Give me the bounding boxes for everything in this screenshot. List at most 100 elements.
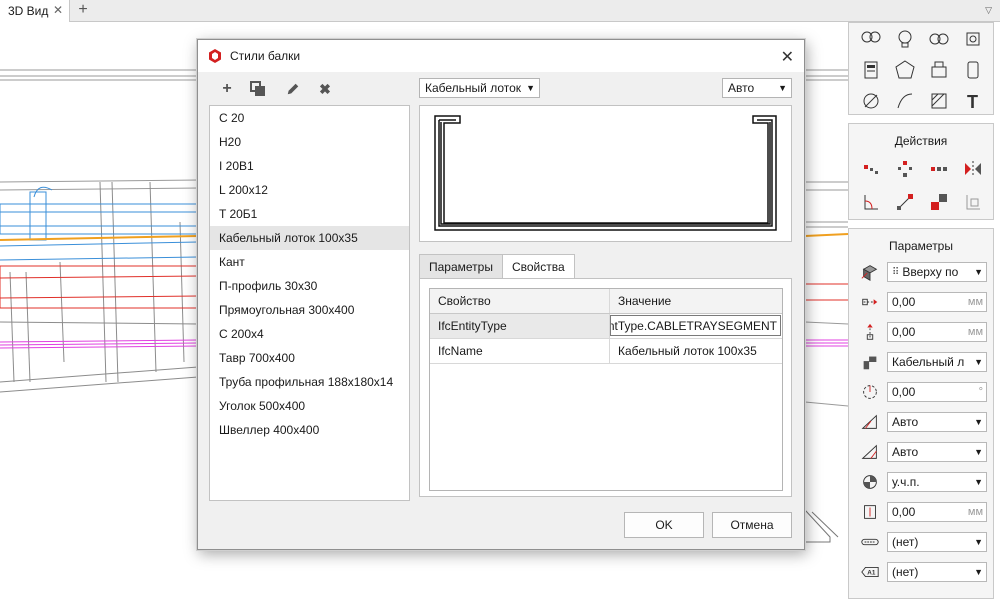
param-row: Авто ▼ bbox=[859, 411, 987, 433]
column-header-property[interactable]: Свойство bbox=[430, 289, 610, 313]
copy-style-button[interactable] bbox=[247, 78, 269, 100]
edit-style-button[interactable] bbox=[282, 78, 304, 100]
list-item[interactable]: L 200x12 bbox=[210, 178, 409, 202]
material-icon[interactable] bbox=[859, 471, 881, 493]
param-input[interactable]: 0,00 мм bbox=[887, 502, 987, 522]
param-select[interactable]: Кабельный л ▼ bbox=[887, 352, 987, 372]
justification-icon[interactable] bbox=[859, 261, 881, 283]
param-select[interactable]: у.ч.п. ▼ bbox=[887, 472, 987, 492]
profile-type-select[interactable]: Кабельный лоток ▼ bbox=[419, 78, 540, 98]
dialog-close-icon[interactable]: ✕ bbox=[781, 47, 794, 67]
property-value-cell[interactable]: Кабельный лоток 100x35 bbox=[610, 339, 782, 363]
table-header-row: Свойство Значение bbox=[430, 289, 782, 314]
tools-panel: T bbox=[848, 22, 994, 115]
curve-tool-icon[interactable] bbox=[889, 85, 921, 116]
size-mode-select[interactable]: Авто ▼ bbox=[722, 78, 792, 98]
param-select[interactable]: Авто ▼ bbox=[887, 412, 987, 432]
size-mode-value: Авто bbox=[728, 81, 755, 95]
param-row: 0,00 мм bbox=[859, 321, 987, 343]
param-unit: мм bbox=[967, 506, 983, 518]
param-input[interactable]: 0,00 ° bbox=[887, 382, 987, 402]
param-select[interactable]: (нет) ▼ bbox=[887, 532, 987, 552]
horizontal-offset-icon[interactable] bbox=[859, 291, 881, 313]
mirror-icon[interactable] bbox=[957, 152, 989, 185]
rotation-icon[interactable] bbox=[859, 381, 881, 403]
list-item[interactable]: Прямоугольная 300x400 bbox=[210, 298, 409, 322]
parameters-panel: Параметры ⠿ Вверху по ▼ 0,00 мм 0,00 мм Кабельн… bbox=[848, 228, 994, 599]
param-select[interactable]: Авто ▼ bbox=[887, 442, 987, 462]
array-icon[interactable] bbox=[889, 152, 921, 185]
svg-text:T: T bbox=[967, 92, 978, 112]
add-tab-icon[interactable]: + bbox=[76, 1, 90, 19]
list-item[interactable]: Кант bbox=[210, 250, 409, 274]
tab-3d-view-label: 3D Вид bbox=[8, 4, 49, 18]
print-tool-icon[interactable] bbox=[923, 54, 955, 85]
tab-close-icon[interactable]: ✕ bbox=[53, 3, 63, 17]
list-item[interactable]: С 200x4 bbox=[210, 322, 409, 346]
properties-table: Свойство Значение IfcEntityType mentType… bbox=[429, 288, 783, 491]
text-tool-icon[interactable]: T bbox=[957, 85, 989, 116]
param-row: A1 (нет) ▼ bbox=[859, 561, 987, 583]
rotate-icon[interactable] bbox=[855, 185, 887, 218]
param-select[interactable]: ⠿ Вверху по ▼ bbox=[887, 262, 987, 282]
param-value: (нет) bbox=[892, 535, 919, 549]
column-header-value[interactable]: Значение bbox=[610, 289, 782, 313]
polyhedron-tool-icon[interactable] bbox=[889, 54, 921, 85]
label-icon[interactable]: A1 bbox=[859, 561, 881, 583]
table-row[interactable]: IfcEntityType mentType.CABLETRAYSEGMENT bbox=[430, 314, 782, 339]
property-value-editor[interactable]: mentType.CABLETRAYSEGMENT bbox=[610, 315, 781, 336]
param-select[interactable]: (нет) ▼ bbox=[887, 562, 987, 582]
param-row: Кабельный л ▼ bbox=[859, 351, 987, 373]
height-offset-icon[interactable] bbox=[859, 501, 881, 523]
layer-icon[interactable] bbox=[859, 531, 881, 553]
dialog-titlebar[interactable]: Стили балки ✕ bbox=[198, 40, 804, 72]
delete-style-button[interactable]: ✖ bbox=[314, 78, 336, 100]
hatch-tool-icon[interactable] bbox=[923, 85, 955, 116]
param-row: 0,00 мм bbox=[859, 501, 987, 523]
param-value: 0,00 bbox=[892, 325, 916, 339]
cancel-button[interactable]: Отмена bbox=[712, 512, 792, 538]
list-item[interactable]: I 20B1 bbox=[210, 154, 409, 178]
stretch-icon[interactable] bbox=[923, 185, 955, 218]
list-item[interactable]: Труба профильная 188x180x14 bbox=[210, 370, 409, 394]
move-icon[interactable] bbox=[855, 152, 887, 185]
scale-icon[interactable] bbox=[889, 185, 921, 218]
file-tool-icon[interactable] bbox=[957, 54, 989, 85]
param-input[interactable]: 0,00 мм bbox=[887, 292, 987, 312]
table-row[interactable]: IfcName Кабельный лоток 100x35 bbox=[430, 339, 782, 364]
tab-menu-icon[interactable]: ▽ bbox=[985, 5, 992, 16]
copy-line-icon[interactable] bbox=[923, 152, 955, 185]
param-row: Авто ▼ bbox=[859, 441, 987, 463]
align-icon[interactable] bbox=[957, 185, 989, 218]
tab-parameters[interactable]: Параметры bbox=[419, 254, 503, 278]
cable-tray-section-drawing bbox=[434, 115, 777, 231]
param-row: 0,00 ° bbox=[859, 381, 987, 403]
param-input[interactable]: 0,00 мм bbox=[887, 322, 987, 342]
param-value: (нет) bbox=[892, 565, 919, 579]
tab-properties[interactable]: Свойства bbox=[501, 254, 575, 279]
list-item[interactable]: Уголок 500x400 bbox=[210, 394, 409, 418]
styles-list[interactable]: С 20 H20 I 20B1 L 200x12 T 20Б1 Кабельный лот… bbox=[209, 105, 410, 501]
start-cut-icon[interactable] bbox=[859, 411, 881, 433]
profile-icon[interactable] bbox=[859, 351, 881, 373]
list-item[interactable]: Швеллер 400x400 bbox=[210, 418, 409, 442]
layers-tool-icon[interactable] bbox=[957, 23, 989, 54]
list-item[interactable]: Кабельный лоток 100x35 bbox=[210, 226, 409, 250]
list-item[interactable]: H20 bbox=[210, 130, 409, 154]
bulb-tool-icon[interactable] bbox=[889, 23, 921, 54]
list-item[interactable]: С 20 bbox=[210, 106, 409, 130]
list-item[interactable]: П-профиль 30x30 bbox=[210, 274, 409, 298]
list-item[interactable]: Тавр 700x400 bbox=[210, 346, 409, 370]
tab-bar: 3D Вид ✕ + ▽ bbox=[0, 0, 1000, 22]
measure-tool-icon[interactable] bbox=[855, 85, 887, 116]
add-style-button[interactable]: + bbox=[216, 78, 238, 100]
svg-text:A1: A1 bbox=[867, 570, 876, 577]
list-item[interactable]: T 20Б1 bbox=[210, 202, 409, 226]
group-tool-icon[interactable] bbox=[855, 23, 887, 54]
tab-3d-view[interactable]: 3D Вид ✕ bbox=[0, 0, 70, 22]
link-tool-icon[interactable] bbox=[923, 23, 955, 54]
ok-button[interactable]: OK bbox=[624, 512, 704, 538]
table-tool-icon[interactable] bbox=[855, 54, 887, 85]
vertical-offset-icon[interactable] bbox=[859, 321, 881, 343]
end-cut-icon[interactable] bbox=[859, 441, 881, 463]
